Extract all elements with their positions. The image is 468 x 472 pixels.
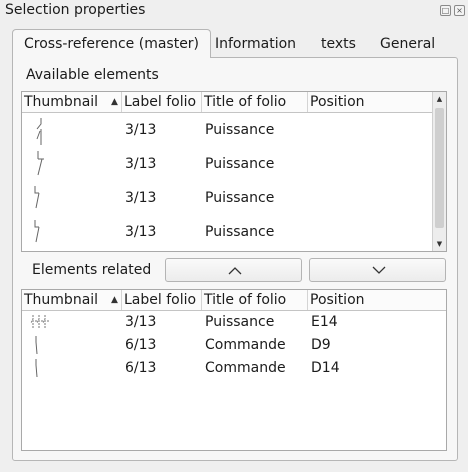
move-up-button[interactable] [165, 258, 302, 282]
scrollbar-handle[interactable] [435, 108, 444, 228]
column-header-thumbnail[interactable]: Thumbnail [22, 290, 122, 310]
triple-contact-symbol-icon [30, 315, 50, 329]
title-of-folio-cell: Puissance [205, 190, 275, 206]
title-of-folio-cell: Commande [205, 337, 286, 353]
tab-general[interactable]: General [380, 31, 435, 57]
available-elements-label: Available elements [26, 67, 159, 83]
scroll-down-arrow-icon[interactable]: ▼ [433, 237, 446, 251]
tab-texts[interactable]: texts [321, 31, 356, 57]
window-title: Selection properties [5, 2, 146, 18]
column-header-label-folio[interactable]: Label folio [122, 92, 202, 112]
title-of-folio-cell: Puissance [205, 314, 275, 330]
move-down-button[interactable] [309, 258, 446, 282]
contact-symbol-icon [35, 336, 38, 355]
label-folio-cell: 6/13 [125, 360, 157, 376]
column-header-title-of-folio[interactable]: Title of folio [202, 290, 308, 310]
chevron-down-icon [372, 266, 386, 274]
column-header-position[interactable]: Position [308, 290, 447, 310]
available-elements-table[interactable]: Thumbnail ▲ Label folio Title of folio P… [21, 91, 447, 252]
float-icon[interactable]: □ [440, 5, 451, 16]
label-folio-cell: 6/13 [125, 337, 157, 353]
scroll-up-arrow-icon[interactable]: ▲ [433, 92, 446, 106]
column-header-thumbnail[interactable]: Thumbnail [22, 92, 122, 112]
elements-related-label: Elements related [32, 262, 152, 278]
sort-ascending-icon: ▲ [111, 97, 118, 107]
contact-symbol-icon [35, 359, 38, 378]
contact-symbol-icon [34, 186, 40, 209]
contact-symbol-icon [36, 118, 42, 145]
title-of-folio-cell: Commande [205, 360, 286, 376]
column-header-label-folio[interactable]: Label folio [122, 290, 202, 310]
tab-bar: Cross-reference (master) Information tex… [12, 29, 458, 58]
label-folio-cell: 3/13 [125, 314, 157, 330]
table-header: Thumbnail ▲ Label folio Title of folio P… [22, 92, 446, 113]
table-header: Thumbnail ▲ Label folio Title of folio P… [22, 290, 446, 311]
position-cell: E14 [311, 314, 338, 330]
contact-symbol-icon [37, 151, 44, 176]
tab-information[interactable]: Information [215, 31, 296, 57]
position-cell: D14 [311, 360, 340, 376]
contact-symbol-icon [34, 220, 40, 243]
chevron-up-icon [228, 267, 242, 275]
title-of-folio-cell: Puissance [205, 224, 275, 240]
label-folio-cell: 3/13 [125, 122, 157, 138]
sort-ascending-icon: ▲ [111, 295, 118, 305]
label-folio-cell: 3/13 [125, 190, 157, 206]
column-header-title-of-folio[interactable]: Title of folio [202, 92, 308, 112]
position-cell: D9 [311, 337, 331, 353]
column-header-position[interactable]: Position [308, 92, 433, 112]
tab-cross-reference-master[interactable]: Cross-reference (master) [12, 29, 212, 58]
vertical-scrollbar[interactable]: ▲ ▼ [432, 92, 446, 251]
label-folio-cell: 3/13 [125, 156, 157, 172]
title-of-folio-cell: Puissance [205, 156, 275, 172]
elements-related-table[interactable]: Thumbnail ▲ Label folio Title of folio P… [21, 289, 447, 451]
label-folio-cell: 3/13 [125, 224, 157, 240]
close-icon[interactable]: × [454, 5, 465, 16]
title-of-folio-cell: Puissance [205, 122, 275, 138]
title-bar: Selection properties □ × [0, 0, 468, 22]
